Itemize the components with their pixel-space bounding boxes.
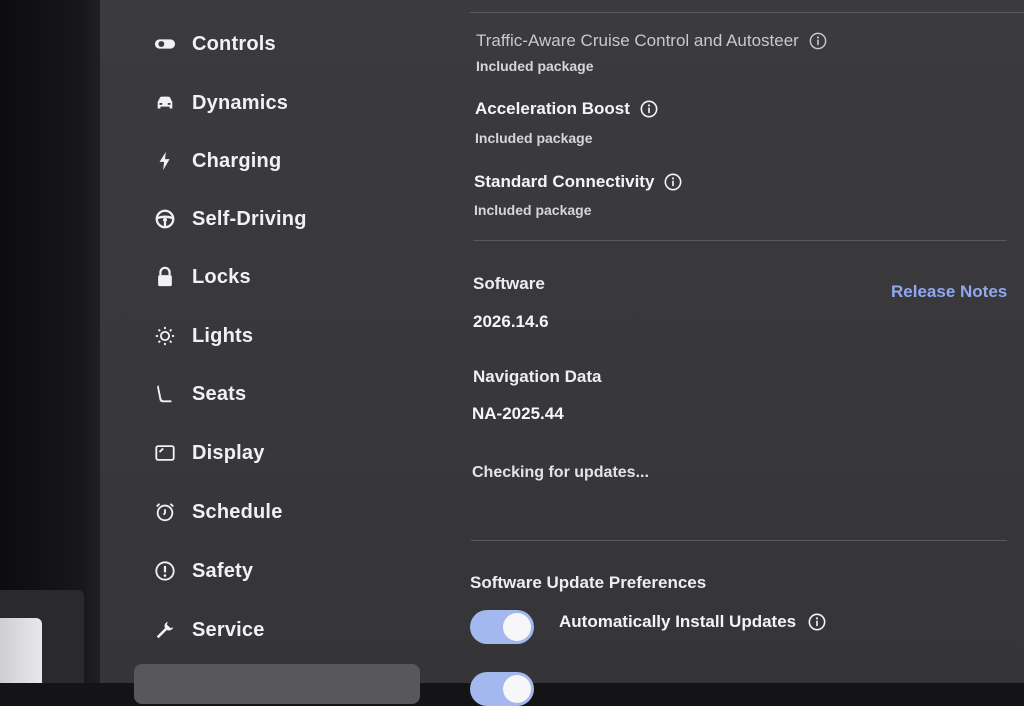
sidebar-item-controls[interactable]: Controls — [152, 24, 276, 64]
sidebar-item-locks[interactable]: Locks — [152, 257, 251, 297]
sidebar-item-dynamics[interactable]: Dynamics — [152, 83, 288, 123]
sidebar-item-lights[interactable]: Lights — [152, 316, 253, 356]
sidebar-item-schedule[interactable]: Schedule — [152, 492, 283, 532]
sidebar: Controls Dynamics Charging Self-Driving — [100, 0, 430, 704]
lock-icon — [152, 264, 178, 290]
toggle-knob — [503, 613, 531, 641]
feature-subtitle: Included package — [476, 58, 594, 74]
info-icon[interactable] — [809, 32, 827, 50]
navigation-data-label: Navigation Data — [473, 367, 602, 386]
sidebar-item-safety[interactable]: Safety — [152, 551, 253, 591]
car-icon — [152, 90, 178, 116]
navigation-data-version: NA-2025.44 — [472, 404, 564, 423]
divider — [470, 12, 1024, 13]
feature-subtitle: Included package — [475, 130, 593, 146]
sidebar-item-label: Charging — [192, 149, 282, 172]
divider — [471, 540, 1007, 541]
sidebar-item-service[interactable]: Service — [152, 610, 265, 650]
sidebar-item-label: Service — [192, 618, 265, 641]
feature-subtitle: Included package — [474, 202, 592, 218]
feature-title: Traffic-Aware Cruise Control and Autoste… — [476, 31, 827, 51]
feature-title-text: Acceleration Boost — [475, 99, 630, 118]
sidebar-item-charging[interactable]: Charging — [152, 141, 281, 181]
feature-title-text: Traffic-Aware Cruise Control and Autoste… — [476, 31, 799, 50]
sidebar-item-label: Seats — [192, 382, 247, 405]
screen-bezel — [0, 0, 100, 683]
sidebar-item-label: Self-Driving — [192, 207, 307, 230]
settings-screen: Controls Dynamics Charging Self-Driving — [100, 0, 1024, 706]
sidebar-item-label: Safety — [192, 559, 254, 582]
feature-title-text: Standard Connectivity — [474, 172, 655, 191]
wrench-icon — [152, 617, 178, 643]
bezel-glare — [0, 618, 42, 683]
sidebar-item-display[interactable]: Display — [152, 433, 265, 473]
toggle-knob — [503, 675, 531, 703]
feature-title: Acceleration Boost — [475, 99, 658, 119]
info-icon[interactable] — [808, 613, 826, 631]
release-notes-link[interactable]: Release Notes — [891, 282, 1007, 302]
software-panel: Traffic-Aware Cruise Control and Autoste… — [470, 0, 1024, 706]
sidebar-item-seats[interactable]: Seats — [152, 374, 246, 414]
auto-install-toggle[interactable] — [470, 610, 534, 644]
seat-icon — [152, 381, 178, 407]
software-version: 2026.14.6 — [473, 312, 549, 331]
preferences-heading: Software Update Preferences — [470, 573, 707, 592]
software-label: Software — [473, 274, 545, 293]
divider — [473, 240, 1007, 241]
display-icon — [152, 440, 178, 466]
steering-wheel-icon — [152, 206, 178, 232]
info-icon[interactable] — [664, 173, 682, 191]
feature-title: Standard Connectivity — [474, 172, 682, 192]
sidebar-item-software-selected[interactable] — [134, 664, 420, 704]
next-toggle-partial[interactable] — [470, 672, 534, 706]
auto-install-label: Automatically Install Updates — [559, 612, 797, 631]
sidebar-item-label: Dynamics — [192, 91, 289, 114]
sidebar-item-label: Lights — [192, 324, 254, 347]
update-status: Checking for updates... — [472, 464, 649, 481]
auto-install-row: Automatically Install Updates — [559, 612, 826, 632]
sidebar-item-label: Display — [192, 441, 265, 464]
toggle-icon — [152, 31, 178, 57]
sidebar-item-label: Locks — [192, 265, 251, 288]
light-bulb-icon — [152, 323, 178, 349]
sidebar-item-label: Controls — [192, 32, 276, 55]
sidebar-item-self-driving[interactable]: Self-Driving — [152, 199, 307, 239]
sidebar-item-label: Schedule — [192, 500, 283, 523]
alert-circle-icon — [152, 558, 178, 584]
alarm-clock-icon — [152, 499, 178, 525]
bezel-object — [0, 590, 84, 683]
info-icon[interactable] — [640, 100, 658, 118]
lightning-icon — [152, 148, 178, 174]
